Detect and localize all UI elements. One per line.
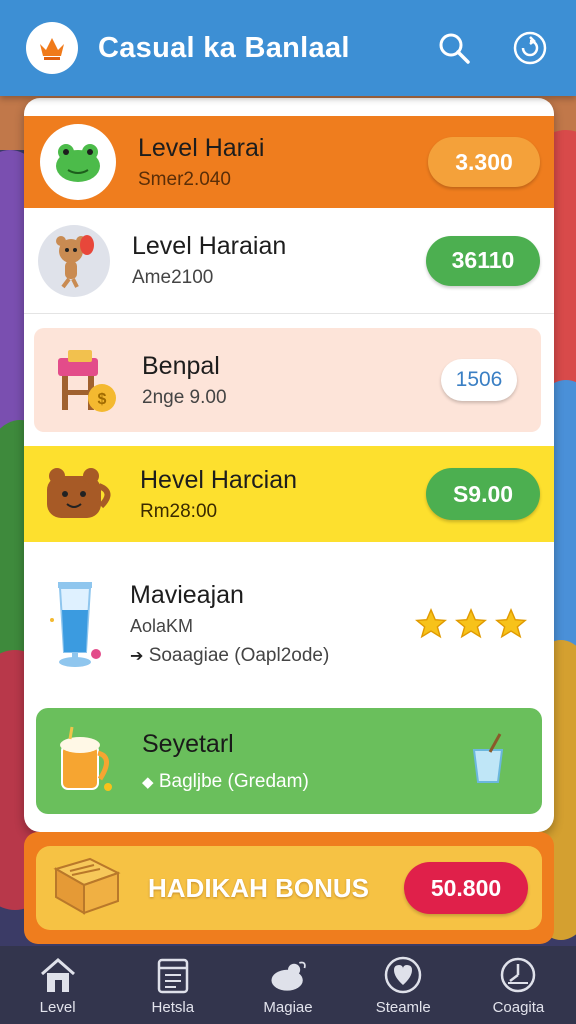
star-icon <box>455 608 487 639</box>
list-item[interactable]: Seyetarl ◆ Bagljbe (Gredam) <box>36 708 542 814</box>
bonus-banner[interactable]: HADIKAH BONUS 50.800 <box>24 832 554 944</box>
bottom-nav: Level Hetsla Magiae Steamle Coagita <box>0 946 576 1024</box>
svg-text:$: $ <box>98 391 107 408</box>
nav-item-coagita[interactable]: Coagita <box>461 946 576 1024</box>
nav-label: Magiae <box>263 998 313 1016</box>
beer-mug-icon <box>48 721 120 801</box>
arrow-icon: ➔ <box>130 648 144 665</box>
row-detail-text: Soaagiae (Oapl2ode) <box>148 645 330 666</box>
score-badge: 3.300 <box>428 137 540 187</box>
search-icon[interactable] <box>434 28 474 68</box>
drink-glass-icon <box>44 574 108 674</box>
nav-item-magiae[interactable]: Magiae <box>230 946 345 1024</box>
nav-label: Steamle <box>375 998 431 1016</box>
list-item[interactable]: Level Haraian Ame2100 36110 <box>24 208 554 314</box>
bear-icon <box>40 459 118 529</box>
score-badge: 36110 <box>426 235 540 286</box>
row-title: Benpal <box>142 351 220 380</box>
calendar-icon <box>153 955 193 995</box>
list-item[interactable]: $ Benpal 2nge 9.00 1506 <box>34 328 541 432</box>
list-item[interactable]: Hevel Harcian Rm28:00 S9.00 <box>24 446 554 542</box>
row-subtitle: Rm28:00 <box>140 500 218 522</box>
clock-icon <box>498 955 538 995</box>
row-subtitle: Bagljbe (Gredam) <box>158 770 309 792</box>
row-subtitle-line: ◆ Bagljbe (Gredam) <box>142 771 468 793</box>
teddy-bear-icon <box>38 224 110 297</box>
stool-coin-icon: $ <box>50 342 120 418</box>
book-icon <box>50 855 124 922</box>
row-subtitle: 2nge 9.00 <box>142 386 227 408</box>
row-title: Hevel Harcian <box>140 465 298 494</box>
nav-label: Hetsla <box>151 998 195 1016</box>
row-subtitle: Ame2100 <box>132 267 214 288</box>
app-title: Casual ka Banlaal <box>98 31 350 64</box>
row-detail: ➔ Soaagiae (Oapl2ode) <box>130 645 414 667</box>
refresh-icon[interactable] <box>510 28 550 68</box>
bonus-value-badge[interactable]: 50.800 <box>404 862 528 914</box>
tag-icon: ◆ <box>142 773 154 791</box>
frog-icon <box>40 124 116 200</box>
nav-item-level[interactable]: Level <box>0 946 115 1024</box>
row-subtitle: AolaKM <box>130 616 194 636</box>
star-icon <box>495 608 527 639</box>
cup-icon <box>468 732 508 791</box>
leaderboard-card: Level Harai Smer2.040 3.300 Level Haraia… <box>24 98 554 832</box>
nav-item-steamle[interactable]: Steamle <box>346 946 461 1024</box>
row-title: Level Haraian <box>132 232 287 260</box>
heart-shield-icon <box>383 955 423 995</box>
bird-icon <box>268 955 308 995</box>
star-rating <box>414 607 528 641</box>
nav-label: Level <box>39 998 76 1016</box>
row-title: Level Harai <box>138 133 265 162</box>
crown-icon[interactable] <box>26 22 78 74</box>
list-item[interactable]: Level Harai Smer2.040 3.300 <box>24 116 554 208</box>
app-header: Casual ka Banlaal <box>0 0 576 96</box>
star-icon <box>415 608 447 639</box>
bonus-label: HADIKAH BONUS <box>148 872 369 903</box>
score-badge: 1506 <box>441 359 517 401</box>
row-subtitle: Smer2.040 <box>138 168 231 190</box>
row-title: Seyetarl <box>142 729 234 758</box>
nav-label: Coagita <box>492 998 545 1016</box>
row-title: Mavieajan <box>130 581 244 609</box>
nav-item-hetsla[interactable]: Hetsla <box>115 946 230 1024</box>
home-icon <box>38 955 78 995</box>
score-badge: S9.00 <box>426 468 540 520</box>
list-item[interactable]: Mavieajan AolaKM ➔ Soaagiae (Oapl2ode) <box>24 554 554 694</box>
